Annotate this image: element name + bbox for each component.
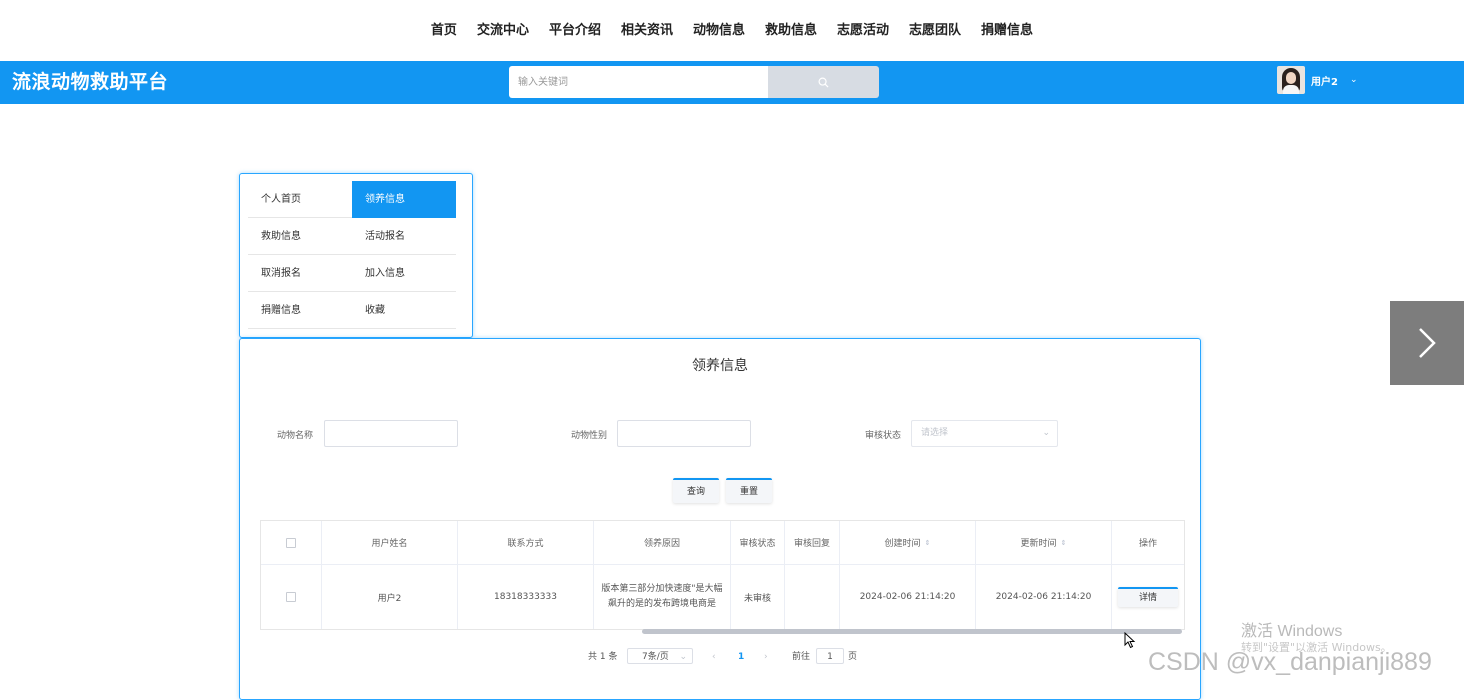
cell-user-name: 用户2 bbox=[322, 565, 458, 629]
header-bar: 流浪动物救助平台 用户2 ⌄ bbox=[0, 61, 1464, 104]
animal-name-input[interactable] bbox=[324, 420, 458, 447]
animal-gender-label: 动物性别 bbox=[571, 431, 608, 441]
goto-page-input[interactable]: 1 bbox=[816, 648, 844, 664]
watermark: CSDN @vx_danpianji889 bbox=[1148, 648, 1432, 676]
nav-volunteer-activity[interactable]: 志愿活动 bbox=[827, 0, 899, 61]
carousel-next-button[interactable] bbox=[1390, 301, 1464, 385]
table-header-row: 用户姓名 联系方式 领养原因 审核状态 审核回复 创建时间 ⇕ 更新时间 ⇕ 操作 bbox=[261, 521, 1184, 565]
search-input[interactable] bbox=[509, 66, 768, 98]
col-updated-time[interactable]: 更新时间 ⇕ bbox=[976, 521, 1112, 564]
search-box bbox=[509, 66, 879, 98]
menu-item-rescue[interactable]: 救助信息 bbox=[248, 218, 352, 255]
personal-menu: 个人首页 领养信息 救助信息 活动报名 取消报名 加入信息 捐赠信息 收藏 bbox=[239, 173, 473, 338]
page-size-value: 7条/页 bbox=[642, 652, 669, 662]
row-checkbox[interactable] bbox=[286, 592, 296, 602]
goto-label: 前往 bbox=[792, 652, 811, 662]
menu-item-personal-home[interactable]: 个人首页 bbox=[248, 181, 352, 218]
cell-created-time: 2024-02-06 21:14:20 bbox=[840, 565, 976, 629]
activate-windows-text: 激活 Windows bbox=[1241, 623, 1343, 640]
row-select-cell bbox=[261, 565, 322, 629]
adoption-table: 用户姓名 联系方式 领养原因 审核状态 审核回复 创建时间 ⇕ 更新时间 ⇕ 操作 … bbox=[260, 520, 1185, 630]
user-menu[interactable]: 用户2 ⌄ bbox=[1277, 66, 1358, 94]
nav-rescue[interactable]: 救助信息 bbox=[755, 0, 827, 61]
page-size-select[interactable]: 7条/页 ⌄ bbox=[627, 648, 693, 664]
brand-title: 流浪动物救助平台 bbox=[12, 71, 169, 93]
sort-icon: ⇕ bbox=[1060, 538, 1067, 547]
review-status-label: 审核状态 bbox=[865, 431, 902, 441]
detail-button[interactable]: 详情 bbox=[1118, 587, 1178, 607]
horizontal-scrollbar[interactable] bbox=[642, 629, 1182, 634]
animal-name-label: 动物名称 bbox=[277, 431, 314, 441]
col-created-label: 创建时间 bbox=[884, 539, 921, 549]
menu-item-join-info[interactable]: 加入信息 bbox=[352, 255, 456, 292]
nav-volunteer-team[interactable]: 志愿团队 bbox=[899, 0, 971, 61]
cell-action: 详情 bbox=[1112, 565, 1184, 629]
user-name: 用户2 bbox=[1311, 76, 1338, 88]
col-created-time[interactable]: 创建时间 ⇕ bbox=[840, 521, 976, 564]
col-review-status: 审核状态 bbox=[731, 521, 785, 564]
review-status-placeholder: 请选择 bbox=[921, 428, 949, 438]
pagination: 共 1 条 7条/页 ⌄ ‹ 1 › 前往 1 页 bbox=[240, 648, 1200, 666]
nav-home[interactable]: 首页 bbox=[421, 0, 467, 61]
col-review-reply: 审核回复 bbox=[785, 521, 840, 564]
menu-item-adoption[interactable]: 领养信息 bbox=[352, 181, 456, 218]
chevron-right-icon bbox=[1419, 328, 1436, 358]
col-action: 操作 bbox=[1138, 539, 1157, 549]
review-status-select[interactable]: 请选择 ⌄ bbox=[911, 420, 1058, 447]
cell-updated-time: 2024-02-06 21:14:20 bbox=[976, 565, 1112, 629]
select-all-cell bbox=[261, 521, 322, 564]
page-number-current[interactable]: 1 bbox=[738, 648, 744, 666]
cell-review-status: 未审核 bbox=[731, 565, 785, 629]
sort-icon: ⇕ bbox=[924, 538, 931, 547]
total-count: 共 1 条 bbox=[588, 652, 618, 662]
select-all-checkbox[interactable] bbox=[286, 537, 296, 548]
menu-item-donation[interactable]: 捐赠信息 bbox=[248, 292, 352, 329]
page-suffix: 页 bbox=[848, 652, 858, 662]
col-contact: 联系方式 bbox=[458, 521, 594, 564]
reset-button[interactable]: 重置 bbox=[726, 478, 772, 503]
nav-donation[interactable]: 捐赠信息 bbox=[971, 0, 1043, 61]
avatar bbox=[1277, 66, 1305, 94]
cell-contact: 18318333333 bbox=[458, 565, 594, 629]
col-reason: 领养原因 bbox=[594, 521, 731, 564]
col-user-name: 用户姓名 bbox=[322, 521, 458, 564]
chevron-down-icon: ⌄ bbox=[1042, 428, 1050, 438]
top-nav: 首页 交流中心 平台介绍 相关资讯 动物信息 救助信息 志愿活动 志愿团队 捐赠… bbox=[0, 0, 1464, 61]
menu-item-cancel-signup[interactable]: 取消报名 bbox=[248, 255, 352, 292]
col-updated-label: 更新时间 bbox=[1020, 539, 1057, 549]
nav-forum[interactable]: 交流中心 bbox=[467, 0, 539, 61]
menu-item-activity-signup[interactable]: 活动报名 bbox=[352, 218, 456, 255]
query-button[interactable]: 查询 bbox=[673, 478, 719, 503]
table-row: 用户2 18318333333 版本第三部分加快速度"是大幅飙升的是的发布跨境电… bbox=[261, 565, 1184, 629]
page-title: 领养信息 bbox=[692, 358, 748, 374]
cell-review-reply bbox=[785, 565, 840, 629]
nav-news[interactable]: 相关资讯 bbox=[611, 0, 683, 61]
nav-animals[interactable]: 动物信息 bbox=[683, 0, 755, 61]
adoption-panel: 领养信息 动物名称 动物性别 审核状态 请选择 ⌄ 查询 重置 用户姓名 联系方… bbox=[239, 338, 1201, 700]
search-icon bbox=[818, 77, 829, 88]
mouse-cursor-icon bbox=[1124, 632, 1136, 649]
chevron-down-icon: ⌄ bbox=[1349, 75, 1358, 85]
prev-page-button[interactable]: ‹ bbox=[712, 648, 716, 666]
search-button[interactable] bbox=[768, 66, 879, 98]
cell-reason: 版本第三部分加快速度"是大幅飙升的是的发布跨境电商是 bbox=[594, 565, 731, 629]
next-page-button[interactable]: › bbox=[764, 648, 768, 666]
animal-gender-input[interactable] bbox=[617, 420, 751, 447]
nav-about[interactable]: 平台介绍 bbox=[539, 0, 611, 61]
chevron-down-icon: ⌄ bbox=[679, 652, 687, 662]
menu-item-favorites[interactable]: 收藏 bbox=[352, 292, 456, 329]
